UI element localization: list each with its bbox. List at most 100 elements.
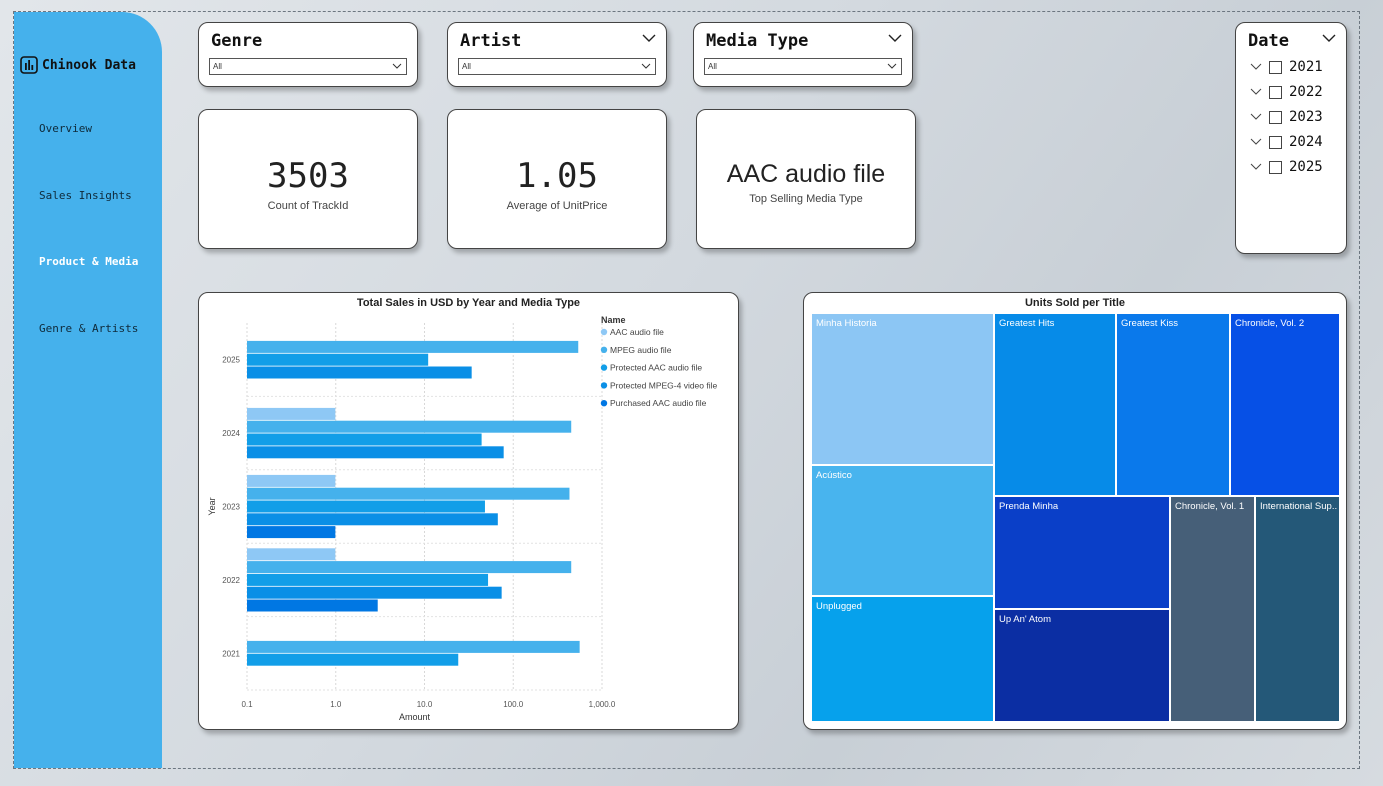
treemap-cell[interactable]: Unplugged: [811, 596, 994, 722]
date-year-row: 2025: [1250, 159, 1323, 175]
treemap-cell-label: Chronicle, Vol. 2: [1235, 318, 1305, 329]
checkbox[interactable]: [1269, 60, 1282, 74]
bar: [247, 353, 429, 366]
chart-logo-icon: [20, 56, 38, 74]
media-type-slicer-title: Media Type: [706, 31, 809, 51]
media-type-dropdown[interactable]: All: [704, 58, 902, 75]
expand-chevron-icon[interactable]: [1250, 138, 1262, 146]
bar: [247, 640, 580, 653]
date-year-row: 2023: [1250, 109, 1323, 125]
date-year-row: 2024: [1250, 134, 1323, 150]
genre-slicer: Genre All: [198, 22, 418, 87]
legend-marker: [600, 328, 608, 336]
bar-chart: 0.1 1.0 10.0 100.0 1,000.0 2025 2024 2023 2022 20…: [207, 315, 718, 722]
bar: [247, 446, 504, 459]
expand-chevron-icon[interactable]: [1250, 88, 1262, 96]
artist-slicer-title: Artist: [460, 31, 522, 51]
legend-marker: [600, 400, 608, 407]
date-year-row: 2021: [1250, 59, 1323, 75]
y-tick-label: 2023: [222, 503, 240, 512]
year-label: 2025: [1289, 159, 1323, 175]
bar: [247, 561, 572, 574]
nav-overview[interactable]: Overview: [39, 122, 92, 135]
expand-chevron-icon[interactable]: [1250, 113, 1262, 121]
bar: [247, 586, 502, 599]
checkbox[interactable]: [1269, 110, 1282, 124]
legend-item: Protected AAC audio file: [610, 363, 702, 373]
checkbox[interactable]: [1269, 135, 1282, 149]
legend-item: AAC audio file: [610, 327, 664, 337]
nav-genre-artists[interactable]: Genre & Artists: [39, 322, 138, 335]
treemap-cell-label: Minha Historia: [816, 318, 877, 329]
treemap-cell[interactable]: Chronicle, Vol. 1: [1170, 496, 1255, 722]
treemap-cell[interactable]: Up An' Atom: [994, 609, 1170, 722]
legend-item: Protected MPEG-4 video file: [610, 380, 718, 390]
year-label: 2024: [1289, 134, 1323, 150]
checkbox[interactable]: [1269, 85, 1282, 99]
year-label: 2021: [1289, 59, 1323, 75]
x-tick-label: 1,000.0: [589, 700, 616, 709]
treemap-cell-label: International Sup...: [1260, 501, 1337, 512]
date-slicer-title: Date: [1248, 31, 1289, 51]
date-year-row: 2022: [1250, 84, 1323, 100]
treemap-cell[interactable]: Greatest Kiss: [1116, 313, 1230, 496]
nav-sales-insights[interactable]: Sales Insights: [39, 189, 132, 202]
legend-marker: [600, 364, 608, 371]
bar: [247, 420, 572, 433]
nav-product-media[interactable]: Product & Media: [39, 255, 138, 268]
bar: [247, 653, 459, 666]
genre-dropdown[interactable]: All: [209, 58, 407, 75]
legend-item: Purchased AAC audio file: [610, 398, 707, 408]
units-treemap-card: Units Sold per Title Minha Historia Acúst…: [803, 292, 1347, 730]
x-tick-label: 10.0: [417, 700, 433, 709]
treemap-cell-label: Acústico: [816, 470, 852, 481]
treemap-cell[interactable]: Greatest Hits: [994, 313, 1116, 496]
kpi-media-value: AAC audio file: [726, 160, 886, 188]
brand: Chinook Data: [20, 56, 136, 74]
x-tick-label: 100.0: [503, 700, 524, 709]
expand-chevron-icon[interactable]: [1250, 163, 1262, 171]
chevron-down-icon[interactable]: [888, 33, 902, 43]
legend-title: Name: [601, 315, 626, 325]
sales-bar-chart-card: Total Sales in USD by Year and Media Typ…: [198, 292, 739, 730]
x-tick-label: 0.1: [241, 700, 253, 709]
treemap-cell[interactable]: Acústico: [811, 465, 994, 596]
bar: [247, 513, 498, 526]
genre-slicer-title: Genre: [211, 31, 263, 51]
bar: [247, 599, 378, 612]
treemap-cell-label: Greatest Hits: [999, 318, 1055, 329]
checkbox[interactable]: [1269, 160, 1282, 174]
artist-dropdown[interactable]: All: [458, 58, 656, 75]
artist-slicer: Artist All: [447, 22, 667, 87]
y-tick-label: 2021: [222, 649, 240, 658]
treemap-cell[interactable]: Minha Historia: [811, 313, 994, 465]
expand-chevron-icon[interactable]: [1250, 63, 1262, 71]
year-label: 2022: [1289, 84, 1323, 100]
bar: [247, 474, 336, 487]
treemap: Minha Historia Acústico Unplugged Greatest …: [804, 293, 1346, 729]
treemap-cell[interactable]: Chronicle, Vol. 2: [1230, 313, 1340, 496]
chevron-down-icon: [392, 63, 402, 69]
artist-dropdown-value: All: [462, 62, 471, 71]
brand-title: Chinook Data: [42, 57, 136, 73]
legend-marker: [600, 382, 608, 389]
date-slicer: Date 2021 2022 2023 2024 2025: [1235, 22, 1347, 254]
bar: [247, 526, 336, 539]
treemap-cell[interactable]: International Sup...: [1255, 496, 1340, 722]
kpi-card-price: 1.05 Average of UnitPrice: [447, 109, 667, 249]
chevron-down-icon[interactable]: [642, 33, 656, 43]
legend-marker: [600, 346, 608, 353]
treemap-cell[interactable]: Prenda Minha: [994, 496, 1170, 609]
kpi-card-tracks: 3503 Count of TrackId: [198, 109, 418, 249]
x-tick-label: 1.0: [330, 700, 342, 709]
bar: [247, 366, 472, 379]
chevron-down-icon[interactable]: [1322, 33, 1336, 43]
bar: [247, 433, 482, 446]
y-tick-label: 2024: [222, 429, 240, 438]
treemap-cell-label: Greatest Kiss: [1121, 318, 1179, 329]
chevron-down-icon: [887, 63, 897, 69]
chevron-down-icon: [641, 63, 651, 69]
kpi-card-media: AAC audio file Top Selling Media Type: [696, 109, 916, 249]
kpi-price-value: 1.05: [516, 156, 598, 196]
bar: [247, 500, 485, 513]
